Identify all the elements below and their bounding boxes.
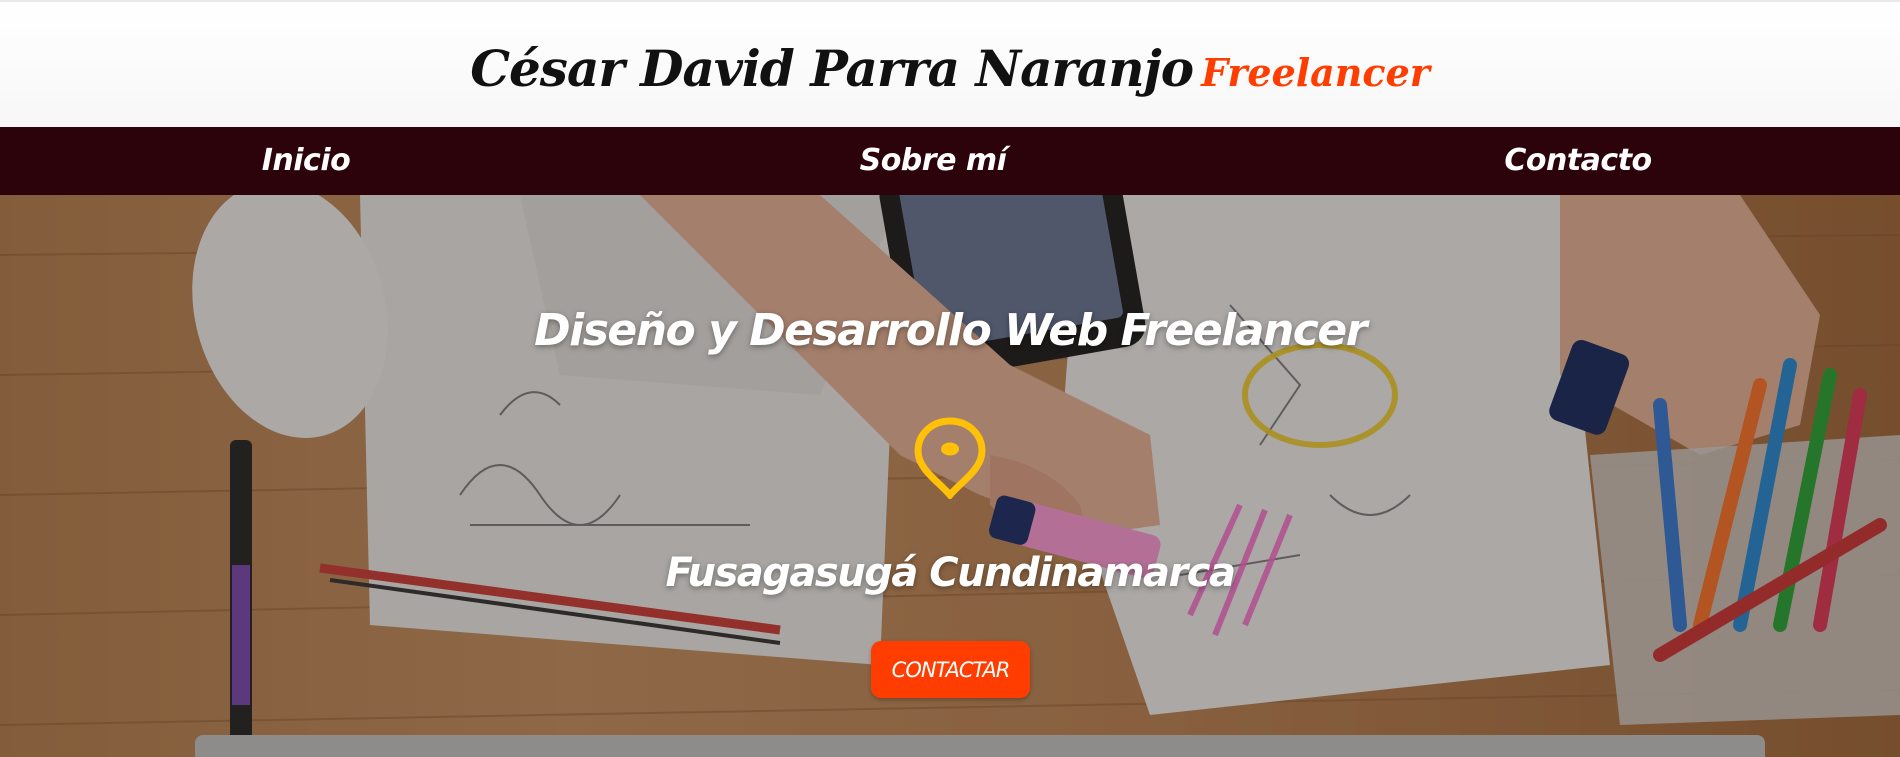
site-header: César David Parra Naranjo Freelancer	[0, 0, 1900, 127]
nav-item-contacto[interactable]: Contacto	[1504, 127, 1652, 195]
site-title-name: César David Parra Naranjo	[470, 39, 1194, 98]
hero-section: Diseño y Desarrollo Web Freelancer Fusag…	[0, 195, 1900, 757]
nav-item-sobre-mi[interactable]: Sobre mí	[860, 127, 1007, 195]
hero-location: Fusagasugá Cundinamarca	[665, 550, 1236, 596]
hero-headline: Diseño y Desarrollo Web Freelancer	[534, 305, 1367, 356]
contact-button[interactable]: CONTACTAR	[871, 641, 1030, 698]
site-title: César David Parra Naranjo Freelancer	[470, 39, 1430, 98]
map-pin-icon	[914, 417, 986, 499]
main-nav: Inicio Sobre mí Contacto	[0, 127, 1900, 195]
site-title-accent: Freelancer	[1201, 50, 1430, 95]
nav-item-inicio[interactable]: Inicio	[262, 127, 351, 195]
